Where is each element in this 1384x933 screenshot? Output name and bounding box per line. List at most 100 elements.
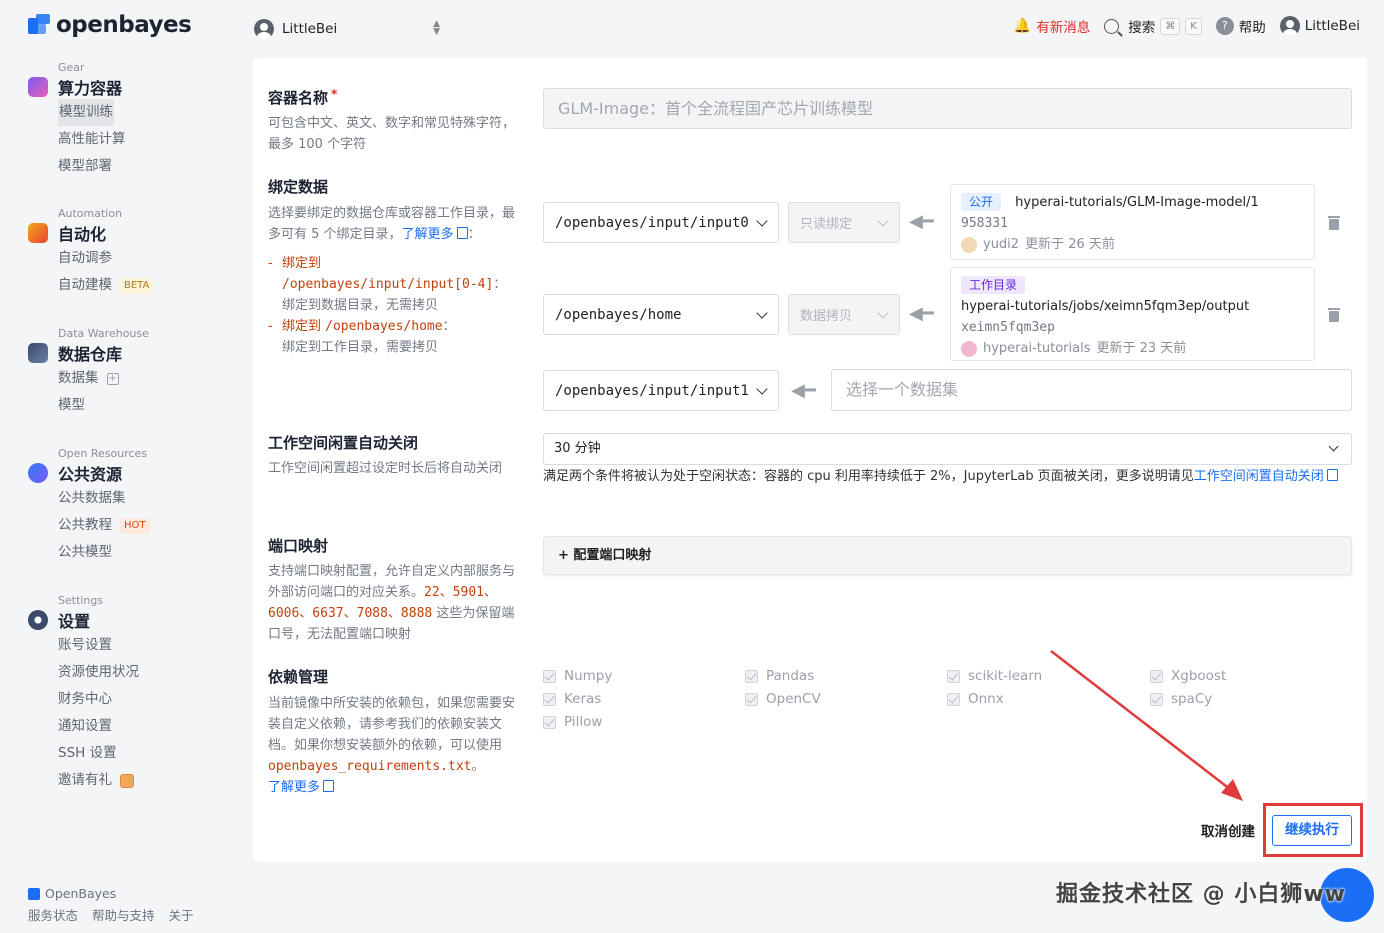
chevron-down-icon bbox=[756, 307, 768, 319]
user-menu[interactable]: LittleBei bbox=[1279, 16, 1360, 36]
nav-title: 自动化 bbox=[58, 225, 107, 244]
sidebar-item-training[interactable]: 模型训练 bbox=[58, 99, 228, 126]
automation-icon bbox=[28, 223, 48, 243]
nav-head-gear[interactable]: 算力容器 bbox=[28, 75, 228, 99]
dependency-desc: 当前镜像中所安装的依赖包，如果您需要安装自定义依赖，请参考我们的依赖安装文档。如… bbox=[268, 696, 516, 795]
bind-mode-select-readonly[interactable]: 只读绑定 bbox=[788, 202, 900, 243]
nav-head-open-resources[interactable]: 公共资源 bbox=[28, 461, 228, 485]
owner-avatar-icon bbox=[961, 340, 977, 357]
idle-doc-link[interactable]: 工作空间闲置自动关闭 bbox=[1194, 469, 1324, 484]
sidebar-item-public-datasets[interactable]: 公共数据集 bbox=[58, 485, 228, 512]
sidebar-item-public-tutorials[interactable]: 公共教程 HOT bbox=[58, 512, 228, 539]
checkbox-checked-disabled bbox=[947, 692, 960, 706]
sidebar-item-automl[interactable]: 自动建模 BETA bbox=[58, 272, 228, 299]
add-dataset-icon[interactable]: + bbox=[106, 372, 119, 385]
dataset-source: hyperai-tutorials/GLM-Image-model/1 bbox=[1015, 195, 1259, 210]
workspace-switcher[interactable]: LittleBei ▲ ▼ bbox=[254, 18, 440, 40]
job-id: xeimn5fqm3ep bbox=[961, 320, 1055, 335]
footer-link-about[interactable]: 关于 bbox=[169, 908, 194, 923]
arrow-left-icon: ◀━ bbox=[909, 211, 934, 232]
arrow-left-icon: ◀━ bbox=[909, 303, 934, 324]
footer-brand[interactable]: OpenBayes bbox=[28, 886, 204, 901]
dependency-title: 依赖管理 bbox=[268, 668, 329, 686]
nav-caption: Data Warehouse bbox=[58, 327, 149, 340]
dep-pillow: Pillow bbox=[543, 714, 602, 730]
nav-head-settings[interactable]: 设置 bbox=[28, 608, 228, 632]
arrow-left-icon: ◀━ bbox=[791, 380, 816, 401]
nav-head-automation[interactable]: 自动化 bbox=[28, 221, 228, 245]
container-name-input[interactable]: GLM-Image：首个全流程国产芯片训练模型 bbox=[543, 88, 1352, 129]
port-mapping-desc: 支持端口映射配置，允许自定义内部服务与外部访问端口的对应关系。22、5901、6… bbox=[268, 564, 516, 642]
cube-icon bbox=[28, 77, 48, 97]
idle-shutdown-title: 工作空间闲置自动关闭 bbox=[268, 434, 419, 452]
learn-more-link[interactable]: 了解更多 bbox=[402, 227, 454, 242]
workspace-name: LittleBei bbox=[282, 21, 338, 37]
chevron-down-icon bbox=[756, 383, 768, 395]
port-mapping-title: 端口映射 bbox=[268, 537, 329, 555]
openbayes-logo[interactable]: openbayes bbox=[28, 12, 192, 38]
beta-badge: BETA bbox=[120, 277, 154, 294]
create-container-form: 容器名称 * 可包含中文、英文、数字和常见特殊字符，最多 100 个字符 GLM-… bbox=[253, 58, 1367, 862]
idle-hint: 满足两个条件将被认为处于空闲状态：容器的 cpu 利用率持续低于 2%，Jupy… bbox=[543, 466, 1355, 487]
help-link[interactable]: ? 帮助 bbox=[1215, 16, 1266, 36]
logo-text: openbayes bbox=[56, 12, 192, 38]
help-icon: ? bbox=[1215, 17, 1234, 35]
configure-port-mapping-button[interactable]: + 配置端口映射 bbox=[543, 536, 1352, 575]
container-name-title: 容器名称 * bbox=[268, 87, 338, 107]
sidebar-item-finance[interactable]: 财务中心 bbox=[58, 686, 228, 713]
bind-path-select-input1[interactable]: /openbayes/input/input1 bbox=[543, 370, 779, 411]
sidebar-item-deploy[interactable]: 模型部署 bbox=[58, 153, 228, 180]
continue-button[interactable]: 继续执行 bbox=[1272, 815, 1352, 846]
sidebar-item-public-models[interactable]: 公共模型 bbox=[58, 539, 228, 566]
bind-path-select-input0[interactable]: /openbayes/input/input0 bbox=[543, 202, 779, 243]
nav-group-automation: Automation 自动化 自动调参 自动建模 BETA bbox=[28, 207, 228, 299]
checkbox-checked-disabled bbox=[745, 692, 758, 706]
bind-path-select-home[interactable]: /openbayes/home bbox=[543, 294, 779, 335]
nav-caption: Automation bbox=[58, 207, 123, 220]
footer-link-status[interactable]: 服务状态 bbox=[28, 908, 78, 923]
dep-numpy: Numpy bbox=[543, 668, 612, 684]
deps-learn-more-link[interactable]: 了解更多 bbox=[268, 780, 320, 795]
nav-head-data-warehouse[interactable]: 数据仓库 bbox=[28, 341, 228, 365]
bind-rules: - 绑定到 /openbayes/input/input[0-4]： 绑定到数据目… bbox=[268, 256, 507, 355]
select-dataset-input[interactable]: 选择一个数据集 bbox=[831, 369, 1352, 411]
trash-icon[interactable] bbox=[1328, 308, 1340, 322]
idle-timeout-select[interactable]: 30 分钟 bbox=[543, 433, 1352, 465]
sidebar-item-autotune[interactable]: 自动调参 bbox=[58, 245, 228, 272]
sidebar-item-models[interactable]: 模型 bbox=[58, 392, 228, 419]
search-button[interactable]: 搜索 ⌘ K bbox=[1104, 16, 1202, 37]
sidebar-item-usage[interactable]: 资源使用状况 bbox=[58, 659, 228, 686]
sidebar-item-invite[interactable]: 邀请有礼 bbox=[58, 767, 228, 794]
sidebar-item-account[interactable]: 账号设置 bbox=[58, 632, 228, 659]
sidebar-item-notifications[interactable]: 通知设置 bbox=[58, 713, 228, 740]
nav-title: 算力容器 bbox=[58, 79, 123, 98]
nav-group-open-resources: Open Resources 公共资源 公共数据集 公共教程 HOT 公共模型 bbox=[28, 447, 228, 566]
sidebar-item-hpc[interactable]: 高性能计算 bbox=[58, 126, 228, 153]
checkbox-checked-disabled bbox=[543, 692, 556, 706]
doc-icon bbox=[323, 780, 335, 792]
nav-title: 数据仓库 bbox=[58, 345, 123, 364]
bind-mode-select-copy[interactable]: 数据拷贝 bbox=[788, 294, 900, 335]
openbayes-logo-icon bbox=[28, 14, 50, 36]
sidebar-item-datasets[interactable]: 数据集 + bbox=[58, 365, 228, 392]
dep-keras: Keras bbox=[543, 691, 601, 707]
checkbox-checked-disabled bbox=[947, 669, 960, 683]
footer-link-support[interactable]: 帮助与支持 bbox=[92, 908, 155, 923]
chevron-down-icon bbox=[877, 215, 889, 227]
chevron-down-icon bbox=[1328, 441, 1339, 452]
bound-dataset-card[interactable]: 公开 hyperai-tutorials/GLM-Image-model/1 9… bbox=[950, 184, 1315, 260]
notifications-link[interactable]: 🔔 有新消息 bbox=[1014, 16, 1090, 36]
bound-workdir-card[interactable]: 工作目录 hyperai-tutorials/jobs/xeimn5fqm3ep… bbox=[950, 267, 1315, 361]
bell-icon: 🔔 bbox=[1013, 18, 1032, 34]
kbd-k: K bbox=[1185, 17, 1202, 35]
bind-data-title: 绑定数据 bbox=[268, 178, 329, 196]
trash-icon[interactable] bbox=[1328, 216, 1340, 230]
user-avatar bbox=[254, 19, 274, 39]
top-right-nav: 🔔 有新消息 搜索 ⌘ K ? 帮助 LittleBei bbox=[1014, 16, 1360, 37]
cancel-create-button[interactable]: 取消创建 bbox=[1201, 820, 1255, 840]
checkbox-checked-disabled bbox=[543, 669, 556, 683]
dep-pandas: Pandas bbox=[745, 668, 814, 684]
sidebar-item-ssh[interactable]: SSH 设置 bbox=[58, 740, 228, 767]
kbd-cmd: ⌘ bbox=[1160, 17, 1181, 35]
nav-title: 公共资源 bbox=[58, 465, 123, 484]
